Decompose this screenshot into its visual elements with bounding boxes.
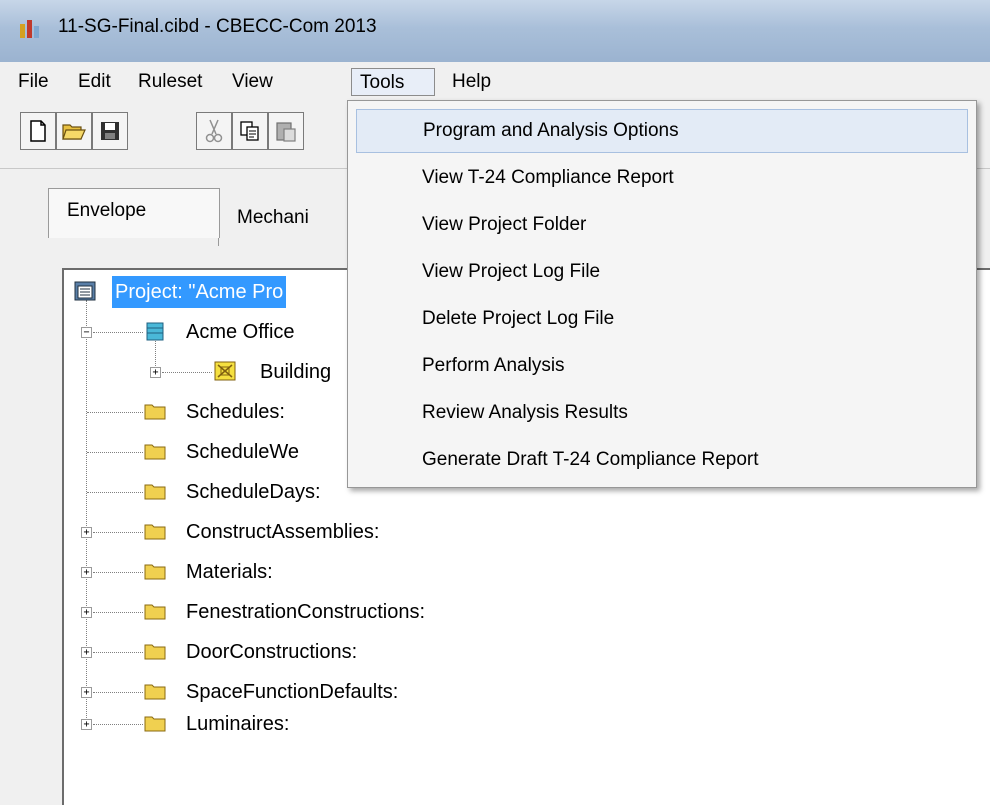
title-bar: 11-SG-Final.cibd - CBECC-Com 2013 (0, 0, 990, 62)
paste-button[interactable] (268, 112, 304, 150)
tree-connector (93, 724, 143, 725)
tree-connector (93, 532, 143, 533)
menu-view[interactable]: View (224, 68, 281, 96)
tree-label-folder: DoorConstructions: (186, 641, 358, 663)
tree-connector (87, 452, 143, 453)
folder-icon (144, 684, 166, 700)
folder-icon (144, 644, 166, 660)
tree-label-folder: Schedules: (186, 401, 285, 423)
tab-envelope[interactable]: Envelope (48, 188, 220, 238)
tree-label-building: Acme Office (186, 321, 295, 343)
menu-ruleset[interactable]: Ruleset (130, 68, 210, 96)
menu-item-generate-draft-report[interactable]: Generate Draft T-24 Compliance Report (356, 438, 968, 482)
story-icon (214, 361, 236, 381)
new-button[interactable] (20, 112, 56, 150)
menu-item-view-project-log[interactable]: View Project Log File (356, 250, 968, 294)
tree-row-folder[interactable]: + FenestrationConstructions: (64, 596, 564, 628)
tree-connector (87, 492, 143, 493)
collapse-toggle[interactable]: − (81, 327, 92, 338)
tree-connector (93, 332, 143, 333)
tree-connector (93, 692, 143, 693)
app-icon (20, 20, 39, 38)
expand-toggle[interactable]: + (81, 527, 92, 538)
tree-label-folder: SpaceFunctionDefaults: (186, 681, 399, 703)
tree-connector (93, 612, 143, 613)
expand-toggle[interactable]: + (81, 687, 92, 698)
menu-item-program-analysis-options[interactable]: Program and Analysis Options (356, 109, 968, 153)
tree-connector (162, 372, 212, 373)
cut-button[interactable] (196, 112, 232, 150)
project-icon (74, 281, 96, 301)
copy-button[interactable] (232, 112, 268, 150)
menu-item-review-analysis-results[interactable]: Review Analysis Results (356, 391, 968, 435)
folder-icon (144, 444, 166, 460)
menu-help[interactable]: Help (444, 68, 499, 96)
menu-tools[interactable]: Tools (351, 68, 435, 96)
tree-label-folder: ScheduleDays: (186, 481, 321, 503)
expand-toggle[interactable]: + (150, 367, 161, 378)
open-folder-icon (62, 124, 86, 140)
save-icon (101, 122, 119, 140)
tree-label-folder: ScheduleWe (186, 441, 300, 463)
copy-icon (240, 121, 259, 141)
expand-toggle[interactable]: + (81, 647, 92, 658)
expand-toggle[interactable]: + (81, 607, 92, 618)
menu-item-delete-project-log[interactable]: Delete Project Log File (356, 297, 968, 341)
tree-label-folder: ConstructAssemblies: (186, 521, 380, 543)
tools-menu-dropdown: Program and Analysis Options View T-24 C… (347, 100, 977, 488)
paste-icon (276, 122, 296, 142)
tree-row-folder[interactable]: + ConstructAssemblies: (64, 516, 564, 548)
tree-row-folder[interactable]: + DoorConstructions: (64, 636, 564, 668)
tree-connector (93, 652, 143, 653)
menu-file[interactable]: File (10, 68, 57, 96)
tree-row-folder[interactable]: + SpaceFunctionDefaults: (64, 676, 564, 708)
folder-icon (144, 564, 166, 580)
menu-bar: File Edit Ruleset View Tools Help (0, 62, 990, 102)
menu-item-view-compliance-report[interactable]: View T-24 Compliance Report (356, 156, 968, 200)
cut-icon (205, 119, 223, 143)
tree-label-project: Project: "Acme Pro (112, 276, 287, 308)
folder-icon (144, 484, 166, 500)
tree-label-building-child: Building (260, 361, 332, 383)
expand-toggle[interactable]: + (81, 567, 92, 578)
menu-edit[interactable]: Edit (70, 68, 119, 96)
tree-label-folder: Luminaires: (186, 713, 290, 735)
tree-row-folder[interactable]: + Luminaires: (64, 708, 564, 740)
folder-icon (144, 404, 166, 420)
tree-label-folder: FenestrationConstructions: (186, 601, 426, 623)
open-button[interactable] (56, 112, 92, 150)
tree-connector (93, 572, 143, 573)
tree-row-folder[interactable]: + Materials: (64, 556, 564, 588)
menu-item-view-project-folder[interactable]: View Project Folder (356, 203, 968, 247)
window-title: 11-SG-Final.cibd - CBECC-Com 2013 (58, 16, 377, 37)
folder-icon (144, 716, 166, 732)
folder-icon (144, 524, 166, 540)
building-icon (146, 322, 164, 341)
save-button[interactable] (92, 112, 128, 150)
new-document-icon (30, 120, 46, 142)
menu-item-perform-analysis[interactable]: Perform Analysis (356, 344, 968, 388)
tree-connector (87, 412, 143, 413)
tree-label-folder: Materials: (186, 561, 273, 583)
expand-toggle[interactable]: + (81, 719, 92, 730)
folder-icon (144, 604, 166, 620)
